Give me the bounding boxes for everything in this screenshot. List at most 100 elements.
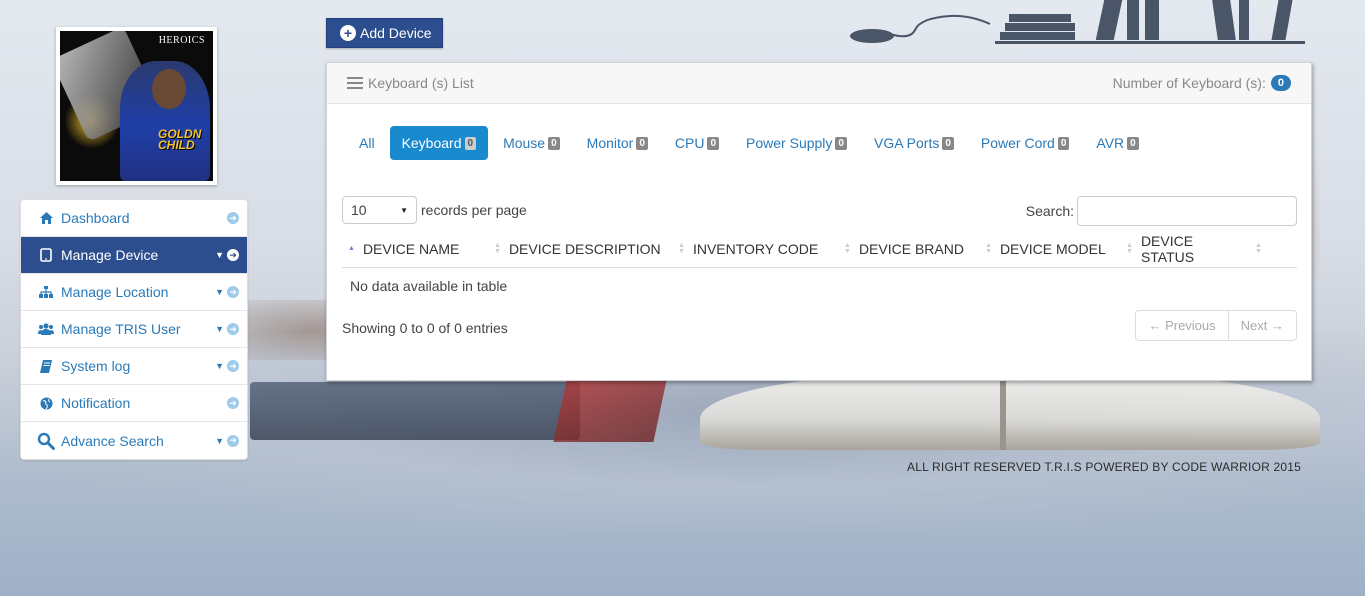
device-count-badge: 0 (1270, 75, 1291, 91)
tab-power-supply[interactable]: Power Supply 0 (734, 126, 859, 160)
tab-count-badge: 0 (707, 136, 720, 150)
caret-down-icon: ▼ (215, 324, 224, 334)
sidebar-item-dashboard[interactable]: Dashboard ➜ (21, 200, 247, 237)
avatar-caption: GOLDN CHILD (158, 127, 202, 152)
sort-icon: ▲ ▼ (985, 242, 992, 255)
sidebar-item-label: Advance Search (61, 432, 164, 449)
records-per-page-value: 10 (351, 202, 367, 218)
table-info: Showing 0 to 0 of 0 entries (342, 320, 508, 336)
sort-icon: ▲ ▼ (678, 242, 685, 255)
records-per-page-select[interactable]: 10 ▼ (342, 196, 417, 224)
add-device-label: Add Device (360, 25, 432, 41)
next-button[interactable]: Next → (1227, 311, 1296, 340)
device-count-label: Number of Keyboard (s): (1112, 75, 1266, 91)
panel-header: Keyboard (s) List Number of Keyboard (s)… (327, 63, 1311, 104)
column-label: INVENTORY CODE (692, 241, 819, 257)
caret-down-icon: ▼ (215, 250, 224, 260)
column-device-brand[interactable]: ▲ ▼ DEVICE BRAND (838, 231, 979, 267)
globe-icon (37, 397, 55, 410)
tab-count-badge: 0 (636, 136, 648, 150)
column-label: DEVICE MODEL (999, 241, 1106, 257)
caret-down-icon: ▼ (215, 361, 224, 371)
home-icon (37, 212, 55, 224)
book-icon (37, 359, 55, 373)
background-book (700, 372, 1320, 450)
tab-label: All (359, 135, 375, 151)
tab-label: AVR (1096, 135, 1125, 151)
add-device-button[interactable]: + Add Device (326, 18, 443, 48)
tablet-icon (37, 248, 55, 262)
users-icon (37, 323, 55, 335)
panel-title: Keyboard (s) List (347, 75, 1113, 91)
search-icon (37, 432, 55, 450)
sort-icon: ▲ ▼ (1126, 242, 1133, 255)
column-label: DEVICE BRAND (858, 241, 964, 257)
column-device-status[interactable]: ▲ ▼ DEVICE STATUS ▲ ▼ (1120, 231, 1270, 267)
tab-count-badge: 0 (942, 136, 954, 150)
column-label: DEVICE NAME (362, 241, 460, 257)
sidebar-item-label: Manage TRIS User (61, 321, 181, 337)
tab-count-badge: 0 (548, 136, 560, 150)
mouse-cable-icon (849, 14, 991, 43)
footer-text: ALL RIGHT RESERVED T.R.I.S POWERED BY CO… (907, 460, 1301, 474)
caret-down-icon: ▼ (400, 205, 408, 215)
tab-all[interactable]: All (347, 126, 387, 160)
tab-avr[interactable]: AVR 0 (1084, 126, 1150, 160)
records-per-page: 10 ▼ records per page (342, 196, 527, 224)
sort-icon: ▲ ▼ (494, 242, 501, 255)
tab-label: Keyboard (401, 135, 462, 151)
tab-vga-ports[interactable]: VGA Ports 0 (862, 126, 966, 160)
tab-monitor[interactable]: Monitor 0 (575, 126, 660, 160)
plus-circle-icon: + (340, 25, 356, 41)
table-empty-row: No data available in table (342, 268, 1297, 304)
sidebar-item-advance-search[interactable]: Advance Search ▼ ➜ (21, 422, 247, 459)
tab-cpu[interactable]: CPU 0 (663, 126, 731, 160)
sidebar-item-system-log[interactable]: System log ▼ ➜ (21, 348, 247, 385)
tab-keyboard[interactable]: Keyboard 0 (389, 126, 489, 160)
background-laptop-red (553, 380, 667, 442)
sort-icon: ▲ ▼ (1255, 242, 1262, 255)
sidebar-item-manage-device[interactable]: Manage Device ▼ ➜ (21, 237, 247, 274)
tab-count-badge: 0 (1057, 136, 1070, 150)
background-book-spine (1000, 372, 1006, 450)
tab-label: Monitor (586, 135, 634, 151)
sidebar-item-label: System log (61, 358, 131, 374)
tab-label: Power Cord (980, 135, 1055, 151)
tab-count-badge: 0 (1127, 136, 1139, 150)
sidebar-item-label: Dashboard (61, 210, 130, 226)
caret-down-icon: ▼ (215, 287, 224, 297)
arrow-right-icon: ➜ (227, 212, 239, 224)
column-label: DEVICE STATUS (1140, 233, 1195, 265)
tab-label: Power Supply (746, 135, 833, 151)
tab-mouse[interactable]: Mouse 0 (491, 126, 572, 160)
profile-avatar: HEROICS GOLDN CHILD (56, 27, 217, 185)
tab-power-cord[interactable]: Power Cord 0 (969, 126, 1081, 160)
column-device-name[interactable]: ▲ DEVICE NAME (342, 231, 488, 267)
search-input[interactable] (1077, 196, 1297, 226)
arrow-right-icon: ➜ (227, 397, 239, 409)
sitemap-icon (37, 286, 55, 298)
sidebar-item-label: Manage Device (61, 247, 159, 263)
arrow-right-icon: ➜ (227, 360, 239, 372)
sidebar-item-notification[interactable]: Notification ➜ (21, 385, 247, 422)
caret-down-icon: ▼ (215, 435, 224, 446)
arrow-right-icon: ➜ (227, 249, 239, 261)
device-table: ▲ DEVICE NAME ▲ ▼ DEVICE DESCRIPTION ▲ ▼ I… (342, 231, 1297, 304)
search-label: Search: (1025, 203, 1074, 219)
pagination: ← Previous Next → (1135, 310, 1297, 341)
sidebar-item-manage-tris-user[interactable]: Manage TRIS User ▼ ➜ (21, 311, 247, 348)
panel-title-text: Keyboard (s) List (368, 75, 474, 91)
background-laptop (250, 382, 580, 440)
column-inventory-code[interactable]: ▲ ▼ INVENTORY CODE (672, 231, 838, 267)
tab-label: VGA Ports (873, 135, 940, 151)
list-icon (347, 77, 363, 89)
previous-button[interactable]: ← Previous (1136, 311, 1228, 340)
tab-label: CPU (674, 135, 705, 151)
records-per-page-label: records per page (421, 202, 527, 218)
column-device-model[interactable]: ▲ ▼ DEVICE MODEL (979, 231, 1120, 267)
column-device-description[interactable]: ▲ ▼ DEVICE DESCRIPTION (488, 231, 672, 267)
device-type-tabs: All Keyboard 0 Mouse 0 Monitor 0 CPU 0 P… (347, 126, 1154, 160)
tab-count-badge: 0 (835, 136, 847, 150)
table-search: Search: (1026, 196, 1297, 226)
sidebar-item-manage-location[interactable]: Manage Location ▼ ➜ (21, 274, 247, 311)
